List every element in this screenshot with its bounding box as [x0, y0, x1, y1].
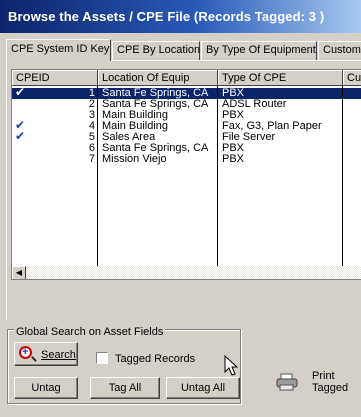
search-button-label: Search: [41, 349, 76, 361]
tab-label: CPE By Location: [117, 44, 201, 56]
location-cell: Santa Fe Springs, CA: [102, 99, 209, 110]
tab-label: Custom: [323, 44, 361, 56]
custom-cell: [343, 110, 361, 121]
untag-all-label: Untag All: [180, 382, 226, 394]
type-cell: PBX: [218, 88, 342, 99]
arrow-left-icon: ◀: [15, 268, 23, 277]
tab-label: By Type Of Equipment: [206, 44, 316, 56]
custom-cell: [343, 88, 361, 99]
column-header-cpeid[interactable]: CPEID: [12, 70, 98, 86]
tagged-check-icon: ✔: [15, 132, 26, 143]
location-cell: Santa Fe Springs, CA: [102, 143, 209, 154]
custom-cell: [343, 154, 361, 165]
type-cell: Fax, G3, Plan Paper: [222, 121, 322, 132]
magnifier-icon: +: [19, 346, 32, 359]
type-cell: File Server: [222, 132, 276, 143]
table-row[interactable]: ✔ 1 Santa Fe Springs, CA PBX: [12, 88, 361, 99]
cpeid-cell: ✔ 1: [12, 88, 97, 99]
untag-all-button[interactable]: Untag All: [166, 377, 240, 399]
assets-table[interactable]: CPEID Location Of Equip Type Of CPE Cu ✔…: [11, 69, 361, 280]
table-row[interactable]: 6 Santa Fe Springs, CA PBX: [12, 143, 361, 154]
custom-cell: [343, 99, 361, 110]
title-bar[interactable]: Browse the Assets / CPE File (Records Ta…: [0, 0, 361, 33]
browse-assets-window: Browse the Assets / CPE File (Records Ta…: [0, 0, 361, 417]
cpeid-cell: 7: [88, 154, 95, 165]
tagged-check-icon: ✔: [15, 121, 26, 132]
table-row[interactable]: ✔ 5 Sales Area File Server: [12, 132, 361, 143]
type-cell: PBX: [222, 143, 245, 154]
table-row[interactable]: 3 Main Building PBX: [12, 110, 361, 121]
tagged-records-checkbox[interactable]: [96, 352, 108, 364]
cpeid-cell: 2: [88, 99, 95, 110]
tagged-check-icon: ✔: [15, 88, 26, 99]
type-cell: PBX: [222, 154, 245, 165]
tag-all-button[interactable]: Tag All: [90, 377, 160, 399]
tab-cpe-by-location[interactable]: CPE By Location: [112, 41, 200, 60]
global-search-title: Global Search on Asset Fields: [14, 326, 166, 338]
tab-cpe-system-id-key[interactable]: CPE System ID Key: [6, 39, 111, 61]
print-tagged-label: Print Tagged: [312, 370, 349, 394]
horizontal-scrollbar[interactable]: ◀: [12, 266, 361, 279]
column-header-location[interactable]: Location Of Equip: [98, 70, 218, 86]
tag-all-label: Tag All: [108, 382, 142, 394]
column-header-type[interactable]: Type Of CPE: [218, 70, 343, 86]
table-row[interactable]: 7 Mission Viejo PBX: [12, 154, 361, 165]
tab-label: CPE System ID Key: [11, 43, 110, 55]
cpeid-cell: ✔ 4: [15, 121, 95, 132]
location-cell: Santa Fe Springs, CA: [98, 88, 217, 99]
table-row[interactable]: ✔ 4 Main Building Fax, G3, Plan Paper: [12, 121, 361, 132]
search-button[interactable]: + Search: [14, 342, 78, 366]
type-cell: PBX: [222, 110, 245, 121]
cpeid-cell: ✔ 5: [15, 132, 95, 143]
cpeid-cell: 3: [88, 110, 95, 121]
mouse-cursor-icon: [224, 355, 238, 376]
location-cell: Main Building: [102, 110, 169, 121]
tab-by-type-of-equipment[interactable]: By Type Of Equipment: [201, 41, 317, 60]
custom-cell: [343, 132, 361, 143]
custom-cell: [343, 121, 361, 132]
untag-button[interactable]: Untag: [14, 377, 78, 399]
printer-icon: [276, 373, 298, 391]
location-cell: Mission Viejo: [102, 154, 167, 165]
location-cell: Sales Area: [102, 132, 156, 143]
scroll-left-button[interactable]: ◀: [12, 266, 26, 279]
custom-cell: [343, 143, 361, 154]
tab-custom[interactable]: Custom: [318, 41, 361, 60]
table-row[interactable]: 2 Santa Fe Springs, CA ADSL Router: [12, 99, 361, 110]
tagged-records-label[interactable]: Tagged Records: [115, 353, 195, 365]
tab-strip: CPE System ID Key CPE By Location By Typ…: [6, 39, 361, 61]
type-cell: ADSL Router: [222, 99, 287, 110]
table-header: CPEID Location Of Equip Type Of CPE Cu: [12, 70, 361, 86]
location-cell: Main Building: [102, 121, 169, 132]
column-header-custom[interactable]: Cu: [343, 70, 361, 86]
cpeid-cell: 6: [88, 143, 95, 154]
untag-label: Untag: [31, 382, 61, 394]
window-title: Browse the Assets / CPE File (Records Ta…: [8, 9, 325, 24]
